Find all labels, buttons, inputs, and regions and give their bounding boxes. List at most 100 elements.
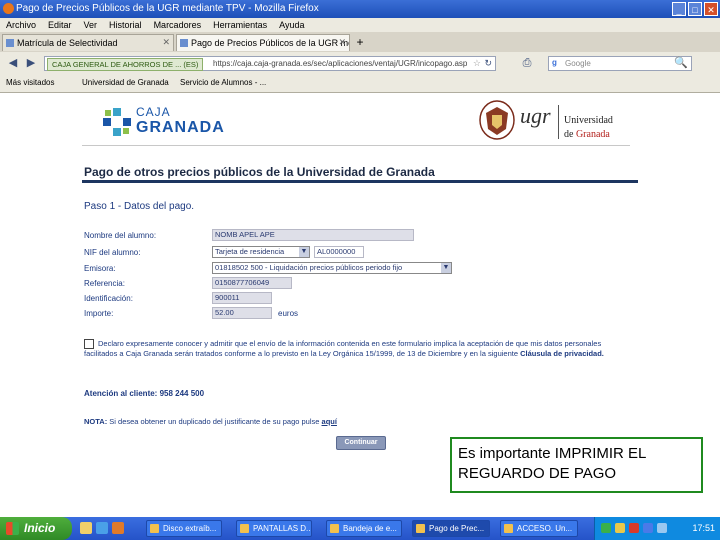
importe-field[interactable]: 52.00 (212, 307, 272, 319)
tray-antivirus-icon[interactable] (629, 523, 639, 533)
customer-service-phone: Atención al cliente: 958 244 500 (84, 389, 205, 398)
menu-archivo[interactable]: Archivo (6, 18, 36, 32)
task-disco[interactable]: Disco extraíb... (146, 520, 222, 537)
importe-unit: euros (278, 309, 299, 318)
menu-marcadores[interactable]: Marcadores (154, 18, 202, 32)
task-label: Pago de Prec... (429, 524, 485, 533)
label-referencia: Referencia: (84, 279, 125, 288)
tray-network-icon[interactable] (601, 523, 611, 533)
menu-historial[interactable]: Historial (109, 18, 142, 32)
caja-logo-line2: GRANADA (136, 119, 225, 136)
window-controls: _ □ ✕ (672, 2, 718, 16)
task-pago[interactable]: Pago de Prec... (412, 520, 490, 537)
label-nombre: Nombre del alumno: (84, 231, 157, 240)
caja-granada-logo: CAJA GRANADA (102, 105, 225, 139)
header-divider (82, 145, 630, 146)
privacy-clause-link[interactable]: Cláusula de privacidad. (520, 349, 604, 358)
emisora-select[interactable]: 01818502 500 - Liquidación precios públi… (212, 262, 452, 274)
menu-editar[interactable]: Editar (48, 18, 72, 32)
tab-close-icon[interactable]: ✕ (162, 37, 170, 48)
navigation-bar: ◀ ▶ CAJA GENERAL DE AHORROS DE ... (ES) … (0, 52, 720, 74)
bookmark-mas-visitados[interactable]: Más visitados (6, 78, 54, 87)
reload-icon[interactable]: ↻ (484, 58, 492, 69)
forward-button[interactable]: ▶ (24, 56, 38, 70)
ugr-universidad: Universidad (564, 115, 613, 126)
ugr-separator (558, 105, 559, 139)
minimize-button[interactable]: _ (672, 2, 686, 16)
task-acceso[interactable]: ACCESO. Un... (500, 520, 578, 537)
duplicate-link[interactable]: aquí (322, 417, 337, 426)
site-identity-badge[interactable]: CAJA GENERAL DE AHORROS DE ... (ES) (47, 58, 204, 71)
ugr-wordmark: ugr (520, 103, 551, 128)
bookmark-servicio-alumnos[interactable]: Servicio de Alumnos - ... (180, 78, 266, 87)
quicklaunch-folder-icon[interactable] (80, 522, 92, 534)
nif-type-value: Tarjeta de residencia (215, 247, 285, 256)
task-firefox-icon (416, 524, 425, 533)
step-title: Paso 1 - Datos del pago. (84, 201, 195, 212)
taskbar: Inicio Disco extraíb... PANTALLAS D... B… (0, 517, 720, 540)
url-text[interactable]: https://caja.caja-granada.es/sec/aplicac… (213, 59, 467, 68)
tray-shield-icon[interactable] (615, 523, 625, 533)
task-label: Disco extraíb... (163, 524, 217, 533)
tab-favicon-icon (6, 39, 14, 47)
task-folder-icon (240, 524, 249, 533)
privacy-consent-checkbox[interactable] (84, 339, 94, 349)
maximize-button[interactable]: □ (688, 2, 702, 16)
back-button[interactable]: ◀ (6, 56, 20, 70)
row-nif: NIF del alumno: Tarjeta de residencia ▼ … (84, 246, 544, 259)
tab-matricula[interactable]: Matrícula de Selectividad ✕ (2, 34, 174, 51)
duplicate-note: NOTA: Si desea obtener un duplicado del … (84, 417, 337, 426)
tab-label: Pago de Precios Públicos de la UGR media… (191, 38, 349, 48)
ugr-granada: Granada (575, 129, 610, 140)
search-input[interactable]: g Google (548, 56, 692, 71)
task-pantallas[interactable]: PANTALLAS D... (236, 520, 312, 537)
label-importe: Importe: (84, 309, 114, 318)
nota-label: NOTA: (84, 417, 108, 426)
nombre-field[interactable]: NOMB APEL APE (212, 229, 414, 241)
task-bandeja[interactable]: Bandeja de e... (326, 520, 402, 537)
row-nombre: Nombre del alumno: NOMB APEL APE (84, 229, 544, 242)
chevron-down-icon: ▼ (299, 247, 309, 257)
caja-logo-line1: CAJA (136, 105, 171, 119)
row-identificacion: Identificación: 900011 (84, 292, 544, 305)
system-tray: 17:51 (594, 517, 720, 540)
menu-ayuda[interactable]: Ayuda (279, 18, 304, 32)
start-button[interactable]: Inicio (0, 517, 72, 540)
search-icon[interactable]: 🔍 (674, 56, 688, 69)
start-label: Inicio (24, 521, 56, 535)
nif-type-select[interactable]: Tarjeta de residencia ▼ (212, 246, 310, 258)
emisora-value: 01818502 500 - Liquidación precios públi… (215, 263, 403, 272)
tab-close-icon[interactable]: ✕ (338, 37, 346, 48)
title-underline (82, 180, 638, 183)
quicklaunch-ie-icon[interactable] (96, 522, 108, 534)
tray-volume-icon[interactable] (643, 523, 653, 533)
tab-label: Matrícula de Selectividad (17, 38, 118, 48)
tray-usb-icon[interactable] (657, 523, 667, 533)
bookmark-star-icon[interactable]: ☆ (473, 58, 481, 69)
row-referencia: Referencia: 0150877706049 (84, 277, 544, 290)
windows-flag-icon (6, 522, 19, 535)
quicklaunch-firefox-icon[interactable] (112, 522, 124, 534)
nif-field[interactable]: AL0000000 (314, 246, 364, 258)
menu-ver[interactable]: Ver (84, 18, 98, 32)
new-tab-button[interactable]: + (352, 34, 368, 50)
print-receipt-callout: Es importante IMPRIMIR EL REGUARDO DE PA… (450, 437, 703, 493)
window-title: Pago de Precios Públicos de la UGR media… (16, 3, 319, 14)
bookmark-universidad[interactable]: Universidad de Granada (82, 78, 169, 87)
printer-icon[interactable]: ⎙ (520, 56, 534, 70)
ugr-logo: ugr Universidad de Granada (478, 99, 618, 145)
university-crest-icon (479, 100, 515, 140)
task-folder-icon (150, 524, 159, 533)
task-mail-icon (330, 524, 339, 533)
referencia-field[interactable]: 0150877706049 (212, 277, 292, 289)
url-bar[interactable]: CAJA GENERAL DE AHORROS DE ... (ES) http… (44, 56, 496, 71)
page-title: Pago de otros precios públicos de la Uni… (84, 165, 435, 179)
identificacion-field[interactable]: 900011 (212, 292, 272, 304)
close-button[interactable]: ✕ (704, 2, 718, 16)
tab-pago[interactable]: Pago de Precios Públicos de la UGR media… (176, 34, 350, 51)
privacy-consent-text: Declaro expresamente conocer y admitir q… (84, 339, 636, 359)
task-document-icon (504, 524, 513, 533)
continuar-button[interactable]: Continuar (336, 436, 386, 450)
firefox-icon (3, 3, 14, 14)
menu-herramientas[interactable]: Herramientas (213, 18, 267, 32)
